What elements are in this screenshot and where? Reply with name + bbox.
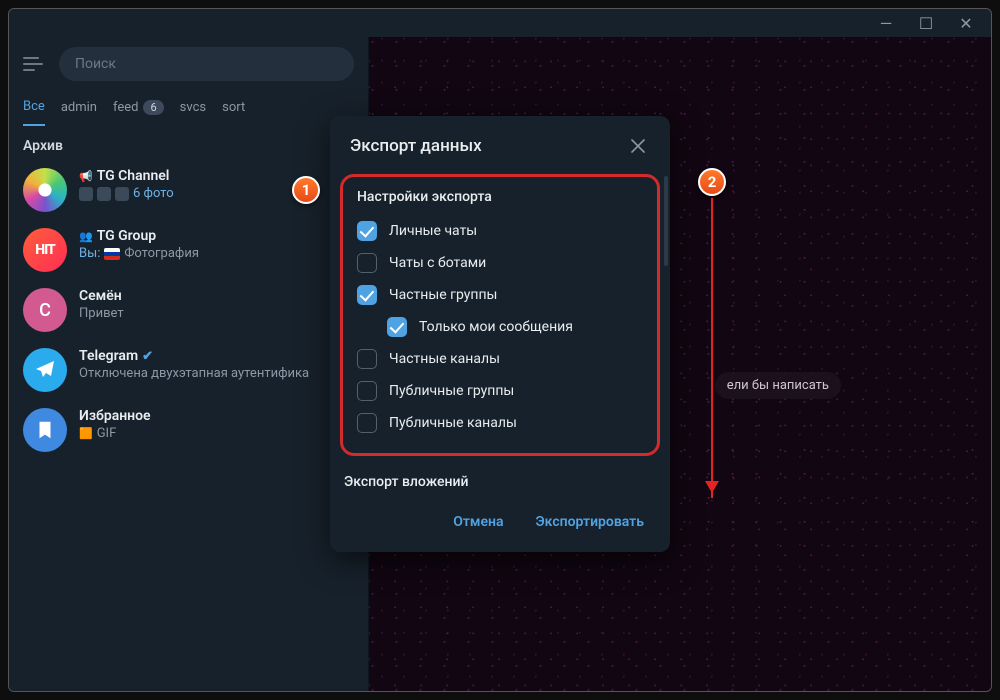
checkbox[interactable] — [357, 349, 377, 369]
export-option-label: Чаты с ботами — [389, 255, 486, 271]
export-option-label: Частные каналы — [389, 351, 500, 367]
photo-thumbnail-icon — [97, 187, 111, 201]
chat-subtitle: Вы:Фотография — [79, 246, 354, 261]
close-icon — [631, 139, 645, 153]
export-data-dialog: Экспорт данных Настройки экспорта Личные… — [330, 116, 670, 552]
sidebar: Все admin feed6 svcs sort Архив 📢 TG Channel 6… — [9, 37, 369, 691]
chat-title: TG Group — [97, 228, 156, 244]
export-option-row[interactable]: Публичные каналы — [353, 407, 647, 439]
checkbox[interactable] — [357, 221, 377, 241]
user-avatar: С — [23, 288, 67, 332]
export-option-row[interactable]: Публичные группы — [353, 375, 647, 407]
checkbox[interactable] — [357, 253, 377, 273]
gif-icon: 🟧 — [79, 427, 93, 440]
channel-avatar-icon — [23, 168, 67, 212]
chat-list: 📢TG Channel6 фотоHIT👥TG GroupВы:Фотограф… — [9, 160, 368, 691]
annotation-arrow-down — [711, 198, 713, 498]
checkbox[interactable] — [357, 285, 377, 305]
annotation-badge-1: 1 — [292, 176, 320, 204]
dialog-scrollbar[interactable] — [664, 176, 668, 416]
chat-item[interactable]: HIT 👥 TG Group Вы:Фотография — [9, 220, 368, 280]
chat-title: Telegram — [79, 348, 138, 364]
verified-icon: ✔ — [142, 349, 153, 364]
export-settings-heading: Настройки экспорта — [357, 189, 647, 205]
export-option-label: Личные чаты — [389, 223, 477, 239]
export-option-row[interactable]: Личные чаты — [353, 215, 647, 247]
export-option-label: Только мои сообщения — [419, 319, 573, 335]
chat-title: TG Channel — [97, 168, 170, 184]
window-close-button[interactable]: ✕ — [947, 12, 985, 34]
export-button[interactable]: Экспортировать — [524, 506, 656, 538]
megaphone-icon: 📢 — [79, 170, 93, 183]
flag-icon — [104, 248, 120, 260]
titlebar: — ☐ ✕ — [9, 9, 991, 37]
chat-title: Семён — [79, 288, 122, 304]
empty-chat-hint: ели бы написать — [715, 372, 841, 399]
window-minimize-button[interactable]: — — [867, 12, 905, 34]
dialog-close-button[interactable] — [626, 134, 650, 158]
export-option-row[interactable]: Чаты с ботами — [353, 247, 647, 279]
folder-tab-все[interactable]: Все — [23, 99, 45, 126]
folder-tab-svcs[interactable]: svcs — [180, 99, 206, 126]
folder-tab-feed[interactable]: feed6 — [113, 99, 164, 126]
export-attachments-heading: Экспорт вложений — [330, 458, 670, 496]
hamburger-menu-icon[interactable] — [23, 52, 47, 76]
telegram-avatar-icon — [23, 348, 67, 392]
cancel-button[interactable]: Отмена — [441, 506, 515, 538]
search-input[interactable] — [59, 47, 354, 81]
export-settings-highlight: Настройки экспорта Личные чаты Чаты с бот… — [340, 174, 660, 456]
saved-messages-avatar-icon — [23, 408, 67, 452]
archive-section-label: Архив — [9, 126, 368, 160]
chat-item[interactable]: Telegram ✔ Отключена двухэтапная аутентифи… — [9, 340, 368, 400]
window-maximize-button[interactable]: ☐ — [907, 12, 945, 34]
export-option-label: Публичные каналы — [389, 415, 517, 431]
group-avatar-icon: HIT — [23, 228, 67, 272]
export-option-row[interactable]: Частные группы — [353, 279, 647, 311]
checkbox[interactable] — [387, 317, 407, 337]
checkbox[interactable] — [357, 413, 377, 433]
folder-tab-admin[interactable]: admin — [61, 99, 97, 126]
group-icon: 👥 — [79, 230, 93, 243]
chat-subtitle: 🟧GIF — [79, 426, 354, 441]
chat-subtitle: Отключена двухэтапная аутентифика — [79, 366, 354, 381]
annotation-badge-2: 2 — [698, 168, 726, 196]
checkbox[interactable] — [357, 381, 377, 401]
photo-thumbnail-icon — [115, 187, 129, 201]
photo-thumbnail-icon — [79, 187, 93, 201]
chat-title: Избранное — [79, 408, 151, 424]
export-option-row[interactable]: Частные каналы — [353, 343, 647, 375]
export-option-row[interactable]: Только мои сообщения — [383, 311, 647, 343]
export-option-label: Частные группы — [389, 287, 497, 303]
folder-tab-sort[interactable]: sort — [222, 99, 245, 126]
chat-item[interactable]: ССемёнПривет✓✓ — [9, 280, 368, 340]
folder-badge: 6 — [143, 100, 163, 115]
chat-item[interactable]: Избранное🟧GIF31.1 — [9, 400, 368, 460]
export-option-label: Публичные группы — [389, 383, 514, 399]
chat-subtitle: Привет — [79, 306, 354, 321]
dialog-title: Экспорт данных — [350, 136, 482, 156]
folder-tabs: Все admin feed6 svcs sort — [9, 87, 368, 126]
